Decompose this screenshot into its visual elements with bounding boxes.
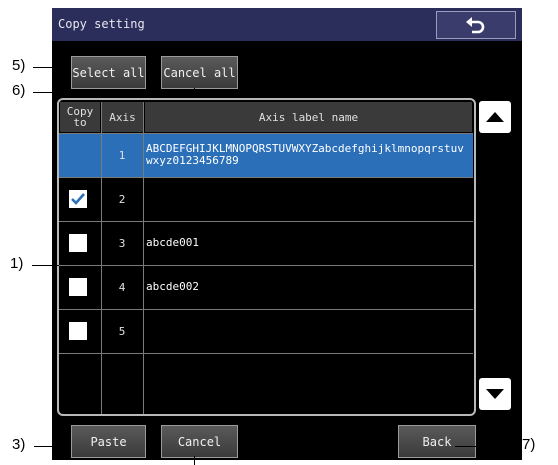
triangle-up-icon	[486, 112, 504, 122]
back-button[interactable]: Back	[398, 425, 476, 458]
axis-number: 2	[118, 192, 126, 206]
callout-line	[455, 446, 521, 447]
scroll-up-button[interactable]	[479, 101, 511, 133]
page-title: Copy setting	[58, 17, 145, 31]
cancel-all-button[interactable]: Cancel all	[161, 56, 238, 89]
triangle-down-icon	[486, 389, 504, 399]
callout-line	[194, 456, 195, 465]
callout-line	[33, 92, 195, 93]
column-header-axis-label-name: Axis label name	[145, 102, 472, 132]
checkmark-icon	[71, 193, 85, 205]
cancel-button[interactable]: Cancel	[161, 425, 238, 458]
column-header-copy-to: Copy to	[60, 102, 100, 132]
callout-label: 5)	[12, 57, 26, 74]
copy-to-checkbox-axis-3[interactable]	[69, 234, 87, 252]
select-all-button[interactable]: Select all	[71, 56, 146, 89]
copy-to-checkbox-axis-2[interactable]	[69, 190, 87, 208]
callout-label: 1)	[10, 255, 24, 272]
callout-label: 3)	[12, 436, 26, 453]
column-divider	[143, 102, 144, 414]
callout-label: 6)	[12, 82, 26, 99]
callout-line	[194, 88, 195, 93]
callout-line	[34, 446, 71, 447]
callout-line	[32, 265, 59, 266]
callout-label: 7)	[522, 436, 536, 453]
axis-label-name: ABCDEFGHIJKLMNOPQRSTUVWXYZabcdefghijklmn…	[146, 142, 464, 167]
return-arrow-icon	[466, 17, 485, 34]
table-row[interactable]	[59, 353, 473, 413]
callout-line	[33, 67, 70, 68]
column-header-axis: Axis	[102, 102, 143, 132]
axis-number: 3	[118, 236, 126, 250]
copy-to-checkbox-axis-4[interactable]	[69, 278, 87, 296]
return-button[interactable]	[436, 11, 516, 39]
axis-label-name: abcde002	[146, 280, 199, 293]
copy-to-checkbox-axis-5[interactable]	[69, 322, 87, 340]
paste-button[interactable]: Paste	[71, 425, 146, 458]
axis-number: 1	[118, 148, 126, 162]
scroll-down-button[interactable]	[479, 378, 511, 410]
axis-number: 4	[118, 280, 126, 294]
axis-label-name: abcde001	[146, 236, 199, 249]
axis-number: 5	[118, 324, 126, 338]
